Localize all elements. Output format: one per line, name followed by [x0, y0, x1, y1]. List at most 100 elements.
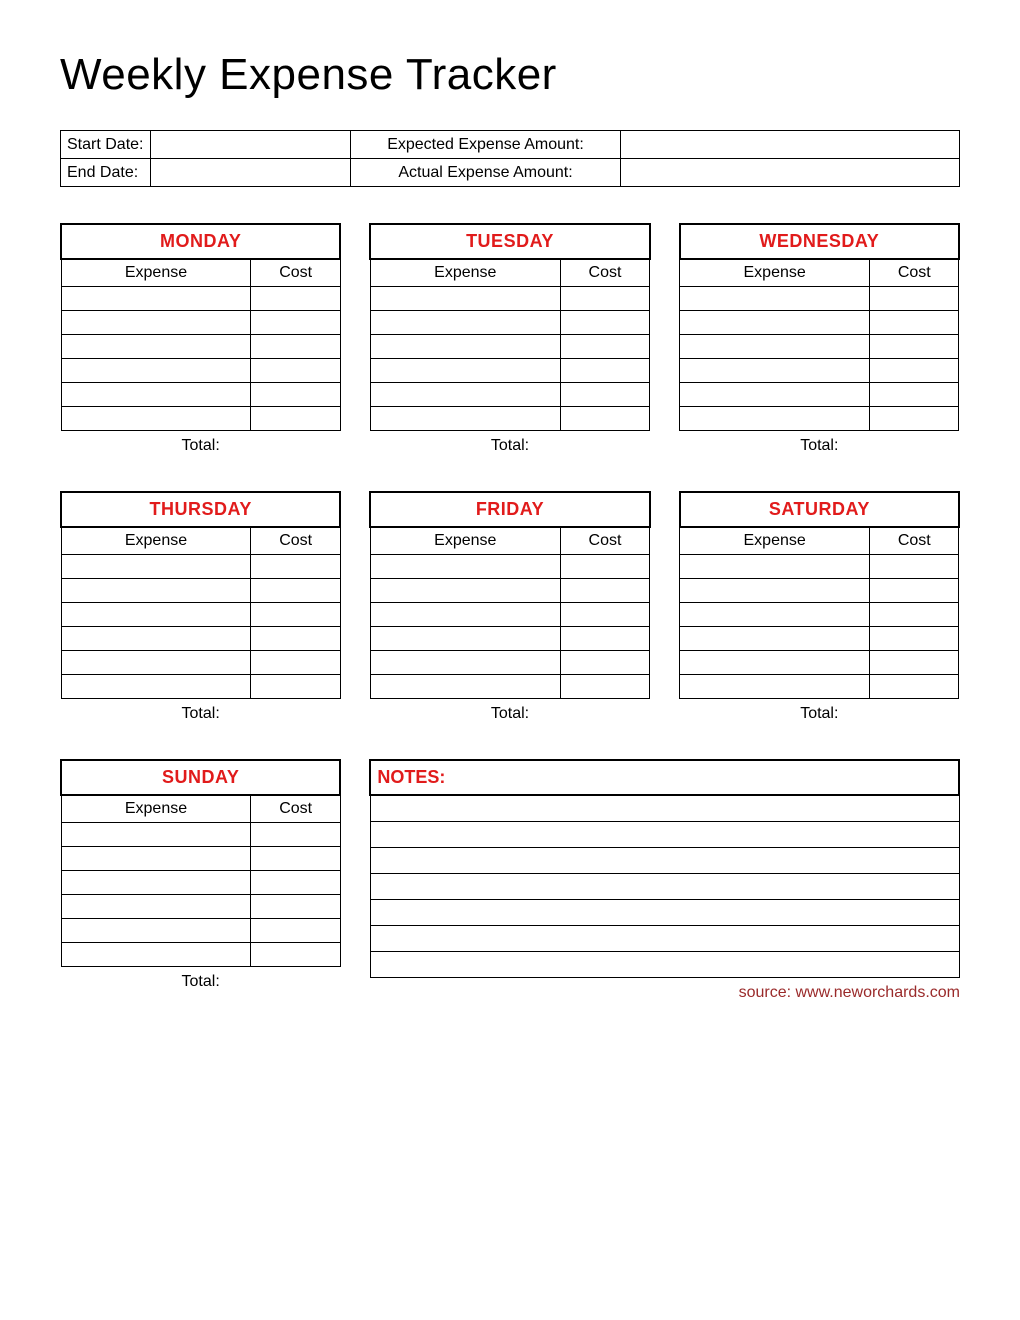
cost-cell[interactable] [560, 603, 649, 627]
expense-cell[interactable] [680, 335, 870, 359]
expense-cell[interactable] [61, 651, 251, 675]
saturday-total-label: Total: [679, 705, 960, 723]
cost-cell[interactable] [560, 627, 649, 651]
cost-cell[interactable] [870, 287, 959, 311]
notes-line[interactable] [370, 873, 959, 899]
expected-amount-field[interactable] [621, 131, 960, 159]
expense-cell[interactable] [61, 871, 251, 895]
expense-cell[interactable] [61, 603, 251, 627]
expense-cell[interactable] [61, 823, 251, 847]
expense-cell[interactable] [680, 603, 870, 627]
cost-cell[interactable] [251, 675, 340, 699]
cost-cell[interactable] [251, 895, 340, 919]
expense-cell[interactable] [370, 383, 560, 407]
expense-cell[interactable] [61, 627, 251, 651]
expense-cell[interactable] [680, 407, 870, 431]
cost-cell[interactable] [251, 555, 340, 579]
expense-cell[interactable] [370, 651, 560, 675]
saturday-heading: SATURDAY [680, 492, 959, 527]
expense-cell[interactable] [370, 579, 560, 603]
cost-cell[interactable] [251, 335, 340, 359]
expense-cell[interactable] [61, 383, 251, 407]
expense-cell[interactable] [680, 675, 870, 699]
cost-cell[interactable] [870, 359, 959, 383]
notes-line[interactable] [370, 821, 959, 847]
actual-amount-field[interactable] [621, 159, 960, 187]
cost-cell[interactable] [251, 651, 340, 675]
notes-line[interactable] [370, 847, 959, 873]
cost-cell[interactable] [251, 359, 340, 383]
expense-cell[interactable] [61, 407, 251, 431]
cost-cell[interactable] [251, 383, 340, 407]
expense-cell[interactable] [61, 895, 251, 919]
expense-cell[interactable] [680, 383, 870, 407]
cost-cell[interactable] [870, 555, 959, 579]
expense-header: Expense [680, 259, 870, 287]
cost-cell[interactable] [251, 919, 340, 943]
cost-cell[interactable] [560, 407, 649, 431]
cost-cell[interactable] [870, 675, 959, 699]
expense-cell[interactable] [61, 943, 251, 967]
cost-cell[interactable] [870, 407, 959, 431]
expense-cell[interactable] [61, 335, 251, 359]
cost-header: Cost [870, 527, 959, 555]
expense-cell[interactable] [61, 359, 251, 383]
cost-cell[interactable] [251, 311, 340, 335]
cost-cell[interactable] [870, 311, 959, 335]
cost-cell[interactable] [251, 871, 340, 895]
expense-cell[interactable] [680, 579, 870, 603]
expense-cell[interactable] [61, 675, 251, 699]
expense-cell[interactable] [370, 627, 560, 651]
expense-cell[interactable] [370, 359, 560, 383]
cost-cell[interactable] [560, 335, 649, 359]
cost-cell[interactable] [251, 579, 340, 603]
cost-cell[interactable] [560, 287, 649, 311]
cost-cell[interactable] [251, 407, 340, 431]
cost-cell[interactable] [870, 651, 959, 675]
cost-cell[interactable] [870, 383, 959, 407]
cost-cell[interactable] [251, 603, 340, 627]
expense-cell[interactable] [370, 287, 560, 311]
expense-cell[interactable] [61, 847, 251, 871]
end-date-field[interactable] [151, 159, 351, 187]
expense-cell[interactable] [61, 579, 251, 603]
cost-cell[interactable] [560, 311, 649, 335]
notes-line[interactable] [370, 925, 959, 951]
cost-cell[interactable] [251, 943, 340, 967]
cost-cell[interactable] [560, 579, 649, 603]
cost-cell[interactable] [560, 359, 649, 383]
cost-cell[interactable] [870, 335, 959, 359]
cost-cell[interactable] [560, 675, 649, 699]
expense-cell[interactable] [61, 287, 251, 311]
expense-cell[interactable] [370, 675, 560, 699]
cost-cell[interactable] [870, 579, 959, 603]
expense-cell[interactable] [370, 335, 560, 359]
cost-cell[interactable] [870, 603, 959, 627]
expense-cell[interactable] [370, 555, 560, 579]
expense-cell[interactable] [61, 919, 251, 943]
cost-cell[interactable] [560, 383, 649, 407]
start-date-field[interactable] [151, 131, 351, 159]
expense-cell[interactable] [680, 651, 870, 675]
cost-cell[interactable] [870, 627, 959, 651]
days-row-2: THURSDAY Expense Cost Total: FRIDAY Expe… [60, 491, 960, 723]
cost-cell[interactable] [251, 627, 340, 651]
cost-cell[interactable] [560, 555, 649, 579]
expense-cell[interactable] [680, 359, 870, 383]
expense-cell[interactable] [680, 287, 870, 311]
notes-line[interactable] [370, 795, 959, 821]
expense-cell[interactable] [680, 627, 870, 651]
cost-cell[interactable] [251, 823, 340, 847]
cost-cell[interactable] [251, 287, 340, 311]
expense-cell[interactable] [61, 311, 251, 335]
cost-cell[interactable] [251, 847, 340, 871]
expense-cell[interactable] [370, 407, 560, 431]
expense-cell[interactable] [680, 555, 870, 579]
expense-cell[interactable] [61, 555, 251, 579]
expense-cell[interactable] [370, 603, 560, 627]
expense-cell[interactable] [680, 311, 870, 335]
expense-cell[interactable] [370, 311, 560, 335]
notes-line[interactable] [370, 899, 959, 925]
notes-line[interactable] [370, 951, 959, 977]
cost-cell[interactable] [560, 651, 649, 675]
